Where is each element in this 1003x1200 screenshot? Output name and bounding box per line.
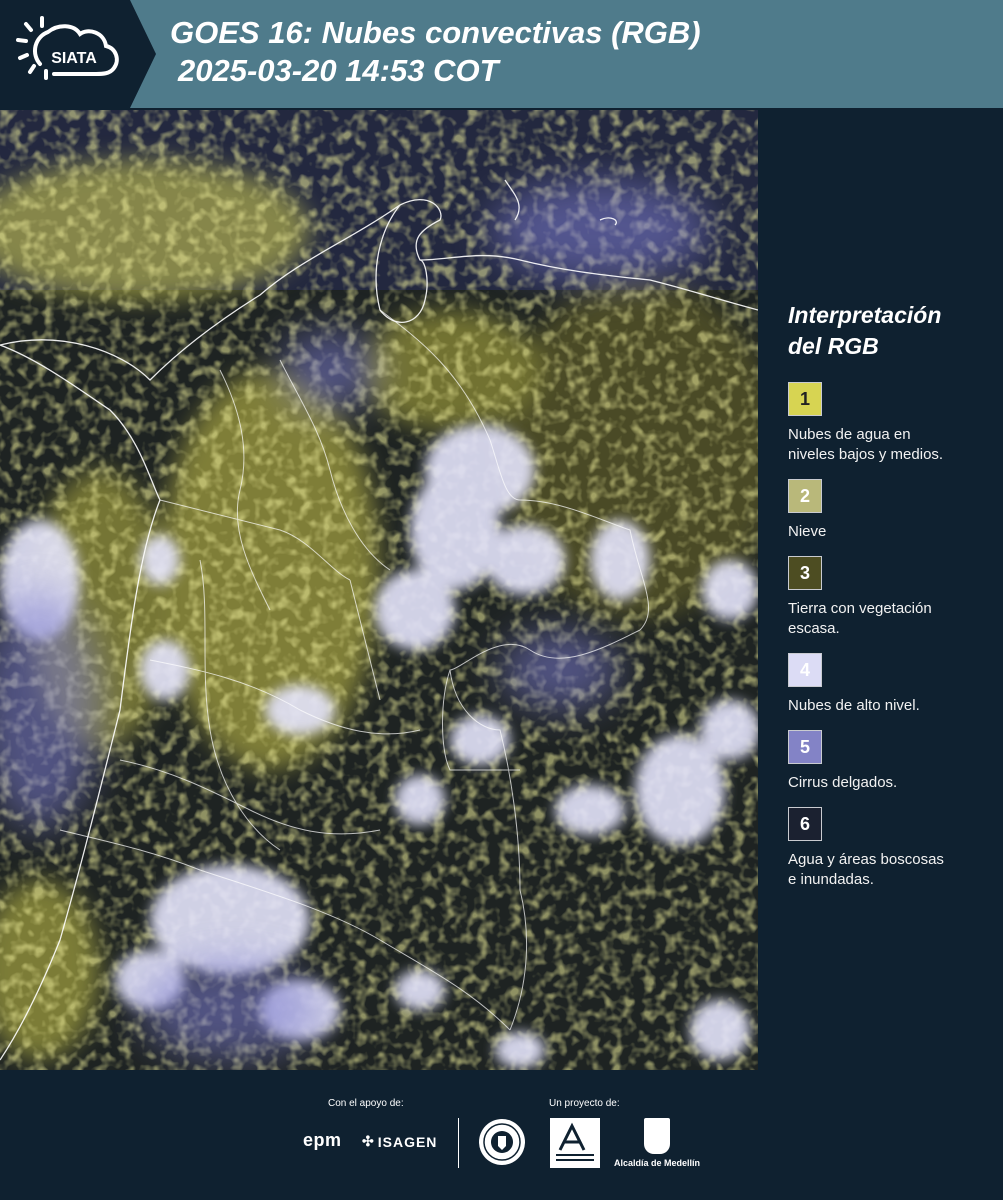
title-line-2: 2025-03-20 14:53 COT: [178, 53, 499, 88]
legend-label-line-1: Nubes de agua en: [788, 426, 911, 443]
alcaldia-text: Alcaldía de Medellín: [613, 1158, 701, 1168]
legend-swatch: 5: [788, 730, 822, 764]
legend-swatch: 6: [788, 807, 822, 841]
logo-text: SIATA: [51, 50, 97, 67]
legend-label: Agua y áreas boscosas e inundadas.: [788, 850, 993, 890]
legend-item-4: 4 Nubes de alto nivel.: [788, 653, 993, 716]
legend-item-3: 3 Tierra con vegetación escasa.: [788, 556, 993, 639]
alcaldia-logo: Alcaldía de Medellín: [612, 1118, 702, 1168]
legend-label: Nieve: [788, 522, 993, 542]
legend-item-6: 6 Agua y áreas boscosas e inundadas.: [788, 807, 993, 890]
legend-title-line-2: del RGB: [788, 333, 879, 359]
legend-item-5: 5 Cirrus delgados.: [788, 730, 993, 793]
title-line-1: GOES 16: Nubes convectivas (RGB): [170, 15, 701, 50]
legend-label-line-1: Tierra con vegetación: [788, 600, 932, 617]
siata-logo: SIATA: [16, 16, 119, 80]
alcaldia-shield-icon: [644, 1118, 670, 1154]
isagen-logo: ✣ ISAGEN: [362, 1133, 437, 1150]
legend-label-line-2: escasa.: [788, 620, 840, 637]
legend-label: Nubes de alto nivel.: [788, 696, 993, 716]
legend-items: 1 Nubes de agua en niveles bajos y medios.…: [788, 382, 993, 890]
logo-block: SIATA: [0, 0, 130, 108]
legend-title-line-1: Interpretación: [788, 302, 942, 328]
legend-label: Cirrus delgados.: [788, 773, 993, 793]
legend-label-line-2: e inundadas.: [788, 871, 874, 888]
legend-title: Interpretación del RGB: [788, 300, 993, 362]
satellite-map[interactable]: [0, 110, 758, 1070]
legend-item-1: 1 Nubes de agua en niveles bajos y medios.: [788, 382, 993, 465]
footer-divider: [458, 1118, 459, 1168]
legend: Interpretación del RGB 1 Nubes de agua en…: [788, 300, 993, 904]
legend-label-line-1: Cirrus delgados.: [788, 774, 898, 791]
epm-logo: epm: [303, 1130, 342, 1150]
footer: Con el apoyo de: Un proyecto de: epm ✣ I…: [0, 1070, 1003, 1200]
legend-item-2: 2 Nieve: [788, 479, 993, 542]
legend-label-line-1: Agua y áreas boscosas: [788, 851, 944, 868]
legend-swatch: 3: [788, 556, 822, 590]
legend-label-line-2: niveles bajos y medios.: [788, 446, 944, 463]
header-chevron: [130, 0, 156, 108]
legend-swatch: 4: [788, 653, 822, 687]
legend-label: Nubes de agua en niveles bajos y medios.: [788, 425, 993, 465]
legend-swatch: 1: [788, 382, 822, 416]
area-metropolitana-logo: [550, 1118, 600, 1168]
legend-label: Tierra con vegetación escasa.: [788, 599, 993, 639]
legend-swatch: 2: [788, 479, 822, 513]
satellite-image: [0, 110, 758, 1070]
project-label: Un proyecto de:: [549, 1098, 620, 1109]
isagen-icon: ✣: [362, 1133, 375, 1149]
support-label: Con el apoyo de:: [328, 1098, 404, 1109]
legend-label-line-1: Nubes de alto nivel.: [788, 697, 920, 714]
header: SIATA GOES 16: Nubes convectivas (RGB) 2…: [0, 0, 1003, 108]
isagen-text: ISAGEN: [377, 1133, 438, 1150]
legend-label-line-1: Nieve: [788, 523, 827, 540]
medellin-seal-icon: [479, 1119, 525, 1165]
page-title: GOES 16: Nubes convectivas (RGB) 2025-03…: [170, 14, 701, 90]
